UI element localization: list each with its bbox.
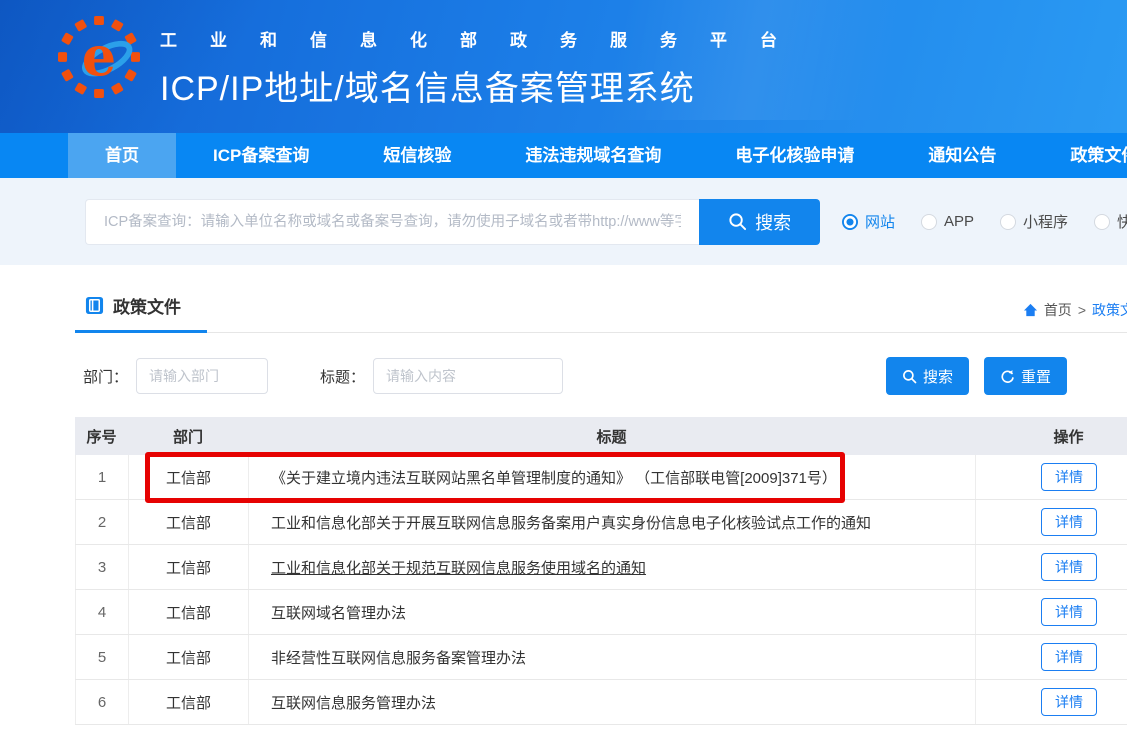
row-department: 工信部	[128, 635, 248, 679]
col-header-dept: 部门	[128, 417, 248, 455]
dept-filter-label: 部门：	[83, 366, 128, 387]
breadcrumb-separator: >	[1078, 302, 1086, 318]
row-title[interactable]: 互联网信息服务管理办法	[248, 680, 975, 724]
detail-button[interactable]: 详情	[1041, 643, 1097, 671]
row-number: 2	[75, 500, 128, 544]
col-header-title: 标题	[248, 417, 975, 455]
row-number: 1	[75, 455, 128, 499]
detail-button[interactable]: 详情	[1041, 553, 1097, 581]
page-root: e 工业和信息化部政务服务平台 ICP/IP地址/域名信息备案管理系统 首页 I…	[0, 0, 1127, 725]
tab-policy-files[interactable]: 政策文件	[75, 285, 207, 333]
breadcrumb-home[interactable]: 首页	[1044, 300, 1072, 320]
section-head: 政策文件 首页 > 政策文件	[75, 285, 1127, 333]
row-department: 工信部	[128, 455, 248, 499]
detail-button[interactable]: 详情	[1041, 508, 1097, 536]
icp-search-band: 搜索 网站 APP 小程序 快	[0, 178, 1127, 265]
title-filter-input[interactable]	[373, 358, 563, 394]
row-number: 3	[75, 545, 128, 589]
row-department: 工信部	[128, 545, 248, 589]
row-title[interactable]: 互联网域名管理办法	[248, 590, 975, 634]
radio-label: 快应用	[1117, 211, 1127, 232]
nav-item[interactable]: 短信核验	[346, 133, 488, 178]
filter-search-label: 搜索	[923, 366, 953, 387]
nav-item[interactable]: 违法违规域名查询	[488, 133, 698, 178]
nav-item[interactable]: 政策文件	[1033, 133, 1127, 178]
icp-search-button[interactable]: 搜索	[699, 199, 820, 245]
detail-button[interactable]: 详情	[1041, 463, 1097, 491]
row-number: 4	[75, 590, 128, 634]
icp-search-input[interactable]	[85, 199, 699, 245]
col-header-op: 操作	[975, 417, 1127, 455]
table-header-row: 序号 部门 标题 操作	[75, 417, 1127, 455]
search-type-radio[interactable]: APP	[921, 213, 974, 230]
site-header: e 工业和信息化部政务服务平台 ICP/IP地址/域名信息备案管理系统	[0, 0, 1127, 133]
site-title: ICP/IP地址/域名信息备案管理系统	[160, 61, 810, 110]
radio-label: APP	[944, 213, 974, 230]
row-actions: 详情	[975, 590, 1127, 634]
radio-dot-icon	[921, 214, 937, 230]
detail-button[interactable]: 详情	[1041, 598, 1097, 626]
radio-label: 网站	[865, 211, 895, 232]
svg-text:e: e	[82, 24, 116, 88]
radio-dot-icon	[1000, 214, 1016, 230]
row-department: 工信部	[128, 500, 248, 544]
row-actions: 详情	[975, 635, 1127, 679]
radio-dot-icon	[1094, 214, 1110, 230]
icp-search-button-label: 搜索	[755, 209, 791, 235]
row-number: 6	[75, 680, 128, 724]
nav-item[interactable]: 电子化核验申请	[698, 133, 891, 178]
main-nav: 首页 ICP备案查询 短信核验 违法违规域名查询 电子化核验申请 通知公告 政策…	[0, 133, 1127, 178]
row-title[interactable]: 《关于建立境内违法互联网站黑名单管理制度的通知》 （工信部联电管[2009]37…	[248, 455, 975, 499]
nav-item[interactable]: ICP备案查询	[176, 133, 346, 178]
miit-logo-icon: e	[58, 16, 140, 98]
filter-bar: 部门： 标题： 搜索 重置	[75, 357, 1127, 395]
reset-icon	[1000, 369, 1015, 384]
content-area: 政策文件 首页 > 政策文件 部门： 标题： 搜索 重置	[75, 265, 1127, 725]
filter-actions: 搜索 重置	[886, 357, 1067, 395]
row-title[interactable]: 工业和信息化部关于规范互联网信息服务使用域名的通知	[248, 545, 975, 589]
nav-item[interactable]: 首页	[68, 133, 176, 178]
row-number: 5	[75, 635, 128, 679]
col-header-no: 序号	[75, 417, 128, 455]
table-row: 1 工信部 《关于建立境内违法互联网站黑名单管理制度的通知》 （工信部联电管[2…	[75, 455, 1127, 500]
row-title[interactable]: 工业和信息化部关于开展互联网信息服务备案用户真实身份信息电子化核验试点工作的通知	[248, 500, 975, 544]
search-type-radio[interactable]: 网站	[842, 211, 895, 232]
filter-reset-button[interactable]: 重置	[984, 357, 1067, 395]
filter-reset-label: 重置	[1021, 366, 1051, 387]
search-type-radio[interactable]: 小程序	[1000, 211, 1068, 232]
search-icon	[902, 369, 917, 384]
breadcrumb: 首页 > 政策文件	[1023, 300, 1127, 332]
table-row: 3 工信部 工业和信息化部关于规范互联网信息服务使用域名的通知 详情	[75, 545, 1127, 590]
policy-table: 序号 部门 标题 操作 1 工信部 《关于建立境内违法互联网站黑名单管理制度的通…	[75, 417, 1127, 725]
table-row: 5 工信部 非经营性互联网信息服务备案管理办法 详情	[75, 635, 1127, 680]
dept-filter-input[interactable]	[136, 358, 268, 394]
row-title[interactable]: 非经营性互联网信息服务备案管理办法	[248, 635, 975, 679]
table-row: 6 工信部 互联网信息服务管理办法 详情	[75, 680, 1127, 725]
radio-dot-icon	[842, 214, 858, 230]
section-title: 政策文件	[113, 293, 181, 318]
search-type-radio-group: 网站 APP 小程序 快应用	[842, 211, 1127, 232]
row-department: 工信部	[128, 680, 248, 724]
filter-search-button[interactable]: 搜索	[886, 357, 969, 395]
breadcrumb-current[interactable]: 政策文件	[1092, 300, 1127, 320]
home-icon	[1023, 303, 1038, 317]
search-icon	[728, 212, 747, 231]
title-filter-label: 标题：	[320, 366, 365, 387]
row-actions: 详情	[975, 680, 1127, 724]
row-actions: 详情	[975, 455, 1127, 499]
row-department: 工信部	[128, 590, 248, 634]
search-type-radio[interactable]: 快应用	[1094, 211, 1127, 232]
table-row: 2 工信部 工业和信息化部关于开展互联网信息服务备案用户真实身份信息电子化核验试…	[75, 500, 1127, 545]
radio-label: 小程序	[1023, 211, 1068, 232]
document-icon	[85, 296, 104, 315]
nav-item[interactable]: 通知公告	[891, 133, 1033, 178]
detail-button[interactable]: 详情	[1041, 688, 1097, 716]
row-actions: 详情	[975, 545, 1127, 589]
ministry-line: 工业和信息化部政务服务平台	[160, 26, 810, 51]
table-row: 4 工信部 互联网域名管理办法 详情	[75, 590, 1127, 635]
row-actions: 详情	[975, 500, 1127, 544]
